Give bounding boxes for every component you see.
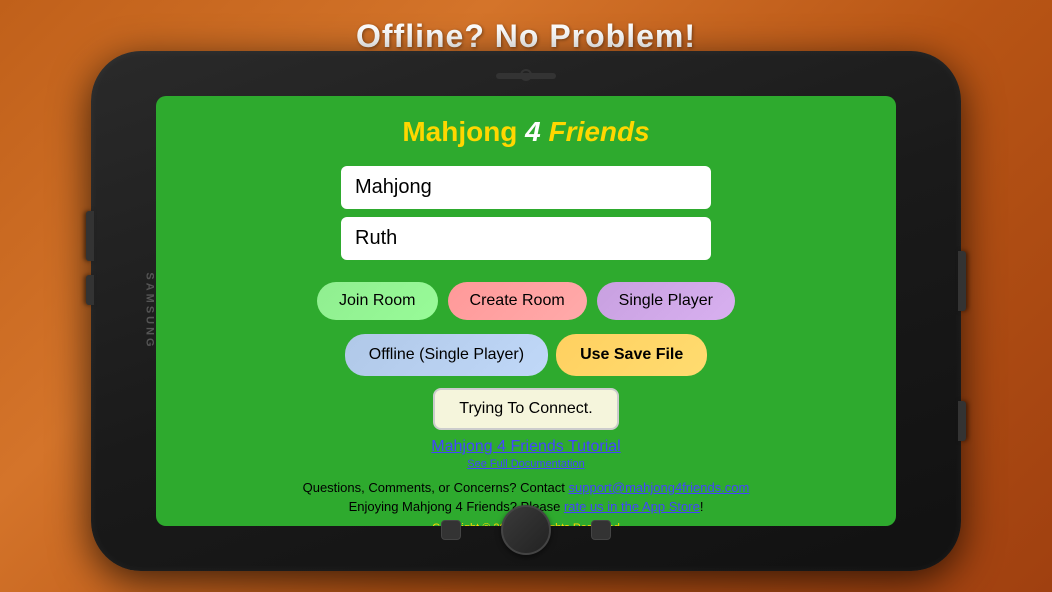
- samsung-brand: SAMSUNG: [144, 272, 156, 349]
- contact-text: Questions, Comments, or Concerns? Contac…: [303, 480, 565, 495]
- bottom-nav: [441, 505, 611, 555]
- app-screen: Mahjong 4 Friends Join Room Create Room …: [156, 96, 896, 526]
- page-background-title: Offline? No Problem!: [0, 18, 1052, 55]
- title-friends: Friends: [549, 116, 650, 147]
- name-input[interactable]: [341, 217, 711, 260]
- single-player-button[interactable]: Single Player: [597, 282, 735, 320]
- speaker-top: [496, 73, 556, 79]
- home-button[interactable]: [501, 505, 551, 555]
- power-button: [958, 251, 966, 311]
- left-buttons: [86, 211, 94, 305]
- room-input[interactable]: [341, 166, 711, 209]
- enjoy-end: !: [700, 499, 704, 514]
- menu-button: [591, 520, 611, 540]
- extra-right-button: [958, 401, 966, 441]
- tutorial-link[interactable]: Mahjong 4 Friends Tutorial: [431, 438, 620, 456]
- app-title: Mahjong 4 Friends: [402, 116, 649, 148]
- save-file-button[interactable]: Use Save File: [556, 334, 707, 376]
- connection-status: Trying To Connect.: [433, 388, 618, 430]
- button-row-1: Join Room Create Room Single Player: [317, 282, 735, 320]
- contact-email-link[interactable]: support@mahjong4friends.com: [569, 480, 750, 495]
- phone-device: SAMSUNG Mahjong 4 Friends Join Room Crea…: [91, 51, 961, 571]
- title-4: 4: [517, 116, 548, 147]
- docs-link[interactable]: See Full Documentation: [467, 458, 584, 470]
- title-mahjong: Mahjong: [402, 116, 517, 147]
- power-btn: [958, 251, 966, 311]
- back-button: [441, 520, 461, 540]
- button-row-2: Offline (Single Player) Use Save File: [345, 334, 708, 376]
- join-room-button[interactable]: Join Room: [317, 282, 437, 320]
- volume-up-button: [86, 211, 94, 261]
- offline-button[interactable]: Offline (Single Player): [345, 334, 548, 376]
- create-room-button[interactable]: Create Room: [448, 282, 587, 320]
- contact-section: Questions, Comments, or Concerns? Contac…: [303, 480, 750, 495]
- volume-down-button: [86, 275, 94, 305]
